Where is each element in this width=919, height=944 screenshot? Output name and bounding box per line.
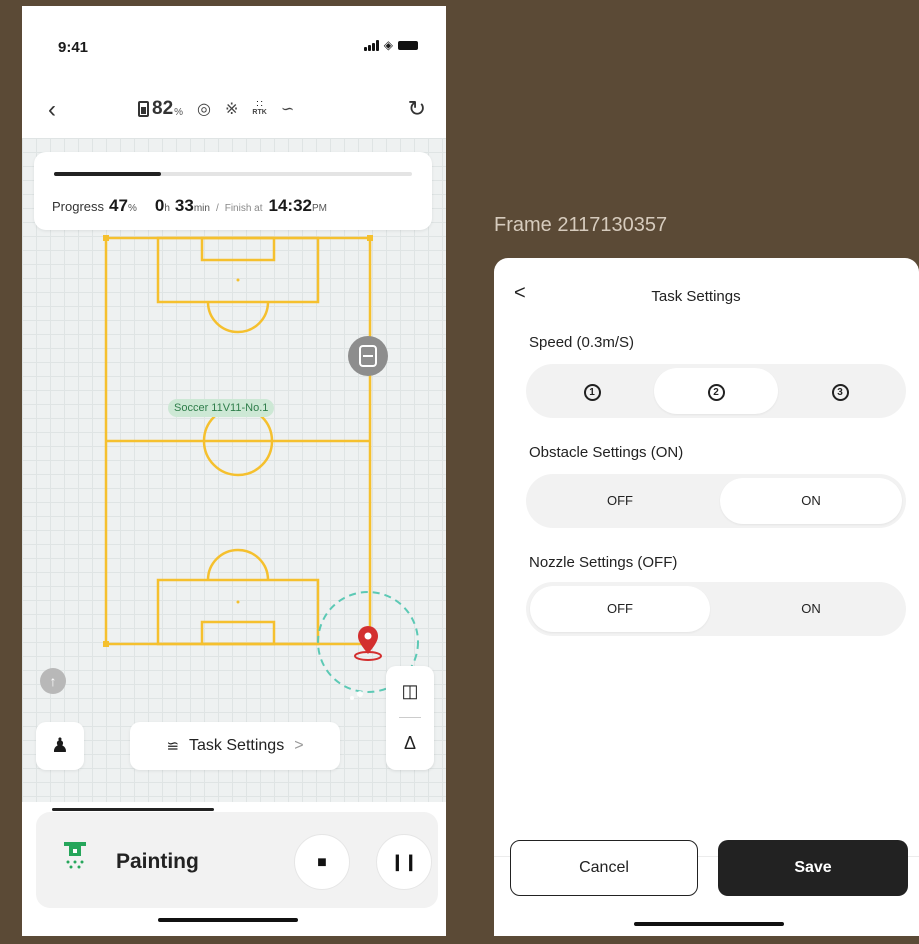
soccer-field-lines (104, 236, 372, 646)
progress-unit: % (127, 203, 137, 214)
chevron-right-icon: > (294, 737, 304, 754)
navigation-button[interactable]: Δ (386, 718, 434, 768)
top-penalty-arc (206, 301, 270, 334)
speed-option-1[interactable]: 1 (562, 368, 622, 414)
top-penalty-box (156, 236, 320, 304)
field-name-badge[interactable]: Soccer 11V11-No.1 (168, 399, 275, 417)
progress-label: Progress (52, 199, 105, 214)
elapsed-hours: 0 (154, 196, 165, 215)
task-settings-label: Task Settings (189, 737, 285, 754)
nozzle-off-option[interactable]: OFF (530, 586, 710, 632)
obstacle-off-option[interactable]: OFF (530, 478, 710, 524)
progress-bar-fill (54, 172, 162, 176)
elapsed-hours-unit: h (164, 203, 170, 214)
nozzle-on-option[interactable]: ON (720, 586, 902, 632)
sliders-icon: ≌ (166, 738, 180, 755)
nozzle-toggle: OFF ON (526, 582, 906, 636)
speed-selector: 1 2 3 (526, 364, 906, 418)
compass-icon[interactable]: ↑ (40, 668, 66, 694)
robot-marker (348, 336, 388, 376)
mower-app-screen: 9:41 ◈ ‹ 82 % ◎ ※ ∷ RTK ∽ ↻ Progress 47 … (22, 6, 446, 936)
frame-label: Frame 2117130357 (494, 214, 668, 236)
progress-value: 47 (109, 196, 128, 215)
finish-time: 14:32 (268, 196, 312, 215)
elapsed-minutes-unit: min (193, 203, 210, 214)
obstacle-toggle: OFF ON (526, 474, 906, 528)
bottom-penalty-arc (206, 548, 270, 581)
sheet-title: Task Settings (651, 288, 741, 305)
map-tools-panel: ◫ Δ (386, 666, 434, 770)
finish-label: Finish at (224, 203, 263, 214)
trail-dots (350, 691, 363, 700)
save-button[interactable]: Save (718, 840, 908, 896)
progress-card: Progress 47 % 0 h 33 min / Finish at 14:… (34, 152, 432, 230)
top-goal-box (200, 236, 276, 262)
time-separator: / (215, 203, 219, 214)
robot-control-button[interactable]: ♟ (36, 722, 84, 770)
obstacle-on-option[interactable]: ON (720, 478, 902, 524)
finish-ampm: PM (312, 203, 327, 214)
task-settings-button[interactable]: ≌ Task Settings > (130, 722, 340, 770)
cancel-button[interactable]: Cancel (510, 840, 698, 896)
bottom-penalty-box (156, 578, 320, 646)
map-layers-button[interactable]: ◫ (386, 666, 434, 716)
speed-label: Speed (0.3m/S) (529, 334, 635, 351)
nozzle-label: Nozzle Settings (OFF) (529, 554, 678, 571)
sheet-handle[interactable] (52, 808, 214, 811)
elapsed-minutes: 33 (174, 196, 194, 215)
progress-info: Progress 47 % 0 h 33 min / Finish at 14:… (52, 196, 327, 216)
home-indicator-sheet (634, 922, 784, 926)
bottom-goal-box (200, 620, 276, 646)
speed-option-3[interactable]: 3 (810, 368, 870, 414)
task-settings-sheet: < Task Settings Speed (0.3m/S) 1 2 3 Obs… (494, 258, 919, 936)
progress-bar (54, 172, 412, 176)
speed-option-2[interactable]: 2 (654, 368, 778, 414)
obstacle-label: Obstacle Settings (ON) (529, 444, 684, 461)
field-map (103, 235, 419, 700)
